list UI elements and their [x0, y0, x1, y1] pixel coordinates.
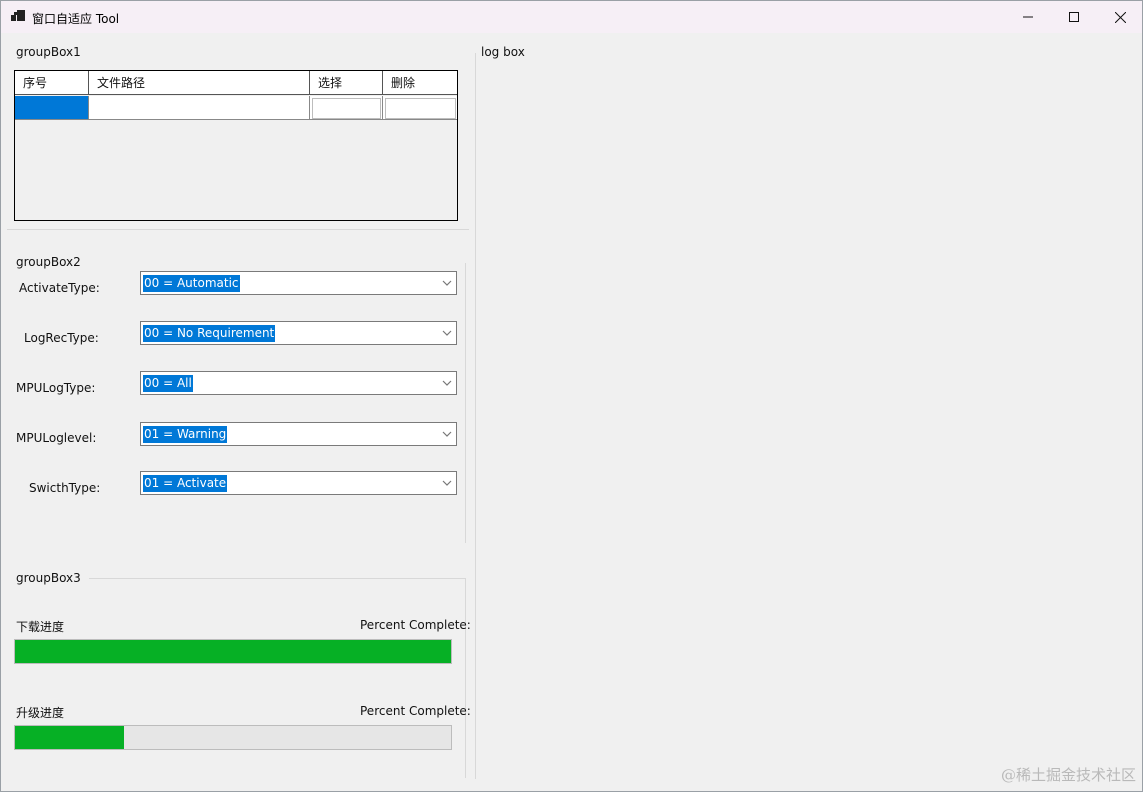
- minimize-icon: [1023, 16, 1033, 18]
- switch-type-value: 01 = Activate: [143, 475, 228, 492]
- activate-type-value: 00 = Automatic: [143, 275, 240, 292]
- switch-type-label: SwicthType:: [29, 481, 101, 495]
- app-icon: [11, 10, 25, 21]
- log-rec-type-value: 00 = No Requirement: [143, 325, 276, 342]
- column-header-index[interactable]: 序号: [15, 71, 89, 95]
- download-progress-label: 下载进度: [16, 620, 65, 634]
- chevron-down-icon: [442, 431, 452, 437]
- log-box-label: log box: [481, 45, 525, 59]
- switch-type-combo[interactable]: 01 = Activate: [140, 471, 457, 495]
- groupbox3-label: groupBox3: [16, 571, 81, 585]
- maximize-icon: [1069, 12, 1079, 22]
- log-box-left-border: [475, 53, 476, 779]
- activate-type-combo[interactable]: 00 = Automatic: [140, 271, 457, 295]
- chevron-down-icon: [442, 380, 452, 386]
- groupbox3-border: [89, 578, 465, 579]
- upgrade-progress-fill: [15, 726, 124, 749]
- download-percent-label: Percent Complete:: [360, 618, 471, 632]
- chevron-down-icon: [442, 480, 452, 486]
- mpu-log-level-value: 01 = Warning: [143, 426, 228, 443]
- maximize-button[interactable]: [1051, 1, 1097, 33]
- groupbox2-border: [465, 263, 466, 543]
- main-window: 窗口自适应 Tool groupBox1 序号 文件路径 选择 删除 group…: [0, 0, 1143, 792]
- download-progress-fill: [15, 640, 451, 663]
- groupbox3-right-border: [465, 578, 466, 778]
- log-box[interactable]: [477, 63, 1137, 777]
- window-title: 窗口自适应 Tool: [32, 12, 120, 26]
- close-icon: [1114, 11, 1126, 23]
- row-filepath-cell[interactable]: [89, 96, 310, 120]
- watermark: @稀土掘金技术社区: [1000, 766, 1136, 784]
- log-rec-type-combo[interactable]: 00 = No Requirement: [140, 321, 457, 345]
- upgrade-percent-label: Percent Complete:: [360, 704, 471, 718]
- title-bar[interactable]: 窗口自适应 Tool: [1, 1, 1142, 33]
- upgrade-progress-bar: [14, 725, 452, 750]
- mpu-log-level-combo[interactable]: 01 = Warning: [140, 422, 457, 446]
- minimize-button[interactable]: [1005, 1, 1051, 33]
- mpu-log-type-value: 00 = All: [143, 375, 193, 392]
- column-header-select[interactable]: 选择: [310, 71, 383, 95]
- log-rec-type-label: LogRecType:: [24, 331, 99, 345]
- mpu-log-level-label: MPULoglevel:: [16, 431, 97, 445]
- chevron-down-icon: [442, 330, 452, 336]
- activate-type-label: ActivateType:: [19, 281, 100, 295]
- chevron-down-icon: [442, 280, 452, 286]
- mpu-log-type-combo[interactable]: 00 = All: [140, 371, 457, 395]
- download-progress-bar: [14, 639, 452, 664]
- delete-button[interactable]: [385, 98, 456, 119]
- column-header-delete[interactable]: 删除: [383, 71, 457, 95]
- groupbox1-border: [7, 229, 469, 230]
- close-button[interactable]: [1097, 1, 1142, 33]
- upgrade-progress-label: 升级进度: [16, 706, 65, 720]
- select-button[interactable]: [312, 98, 381, 119]
- column-header-filepath[interactable]: 文件路径: [89, 71, 310, 95]
- file-grid[interactable]: 序号 文件路径 选择 删除: [14, 70, 458, 221]
- row-index-cell[interactable]: [15, 96, 89, 120]
- mpu-log-type-label: MPULogType:: [16, 381, 96, 395]
- groupbox1-label: groupBox1: [16, 45, 81, 59]
- groupbox2-label: groupBox2: [16, 255, 81, 269]
